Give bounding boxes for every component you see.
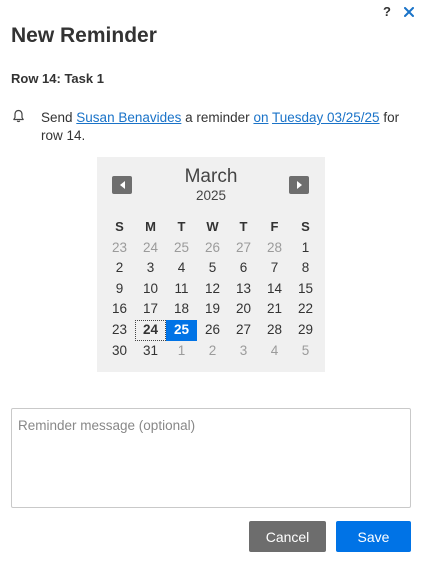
close-icon[interactable]	[402, 5, 416, 19]
calendar-day-other-month[interactable]: 2	[197, 341, 228, 362]
weekday-header: M	[145, 219, 156, 234]
calendar-day[interactable]: 12	[197, 279, 228, 300]
calendar-day[interactable]: 18	[166, 299, 197, 320]
sentence-middle: a reminder	[185, 110, 250, 125]
calendar-day[interactable]: 31	[135, 341, 166, 362]
calendar-day[interactable]: 27	[228, 320, 259, 341]
weekday-header: T	[239, 219, 248, 234]
calendar-day[interactable]: 5	[197, 258, 228, 279]
calendar-day[interactable]: 13	[228, 279, 259, 300]
calendar-day-other-month[interactable]: 5	[290, 341, 321, 362]
top-icons: ?	[380, 4, 416, 19]
calendar-day-other-month[interactable]: 24	[135, 238, 166, 259]
weekday-header: W	[206, 219, 219, 234]
calendar-day[interactable]: 2	[104, 258, 135, 279]
calendar-day[interactable]: 7	[259, 258, 290, 279]
calendar-day[interactable]: 17	[135, 299, 166, 320]
calendar-day[interactable]: 26	[197, 320, 228, 341]
date-picker: March 2025 S M T W T F S 23 24 25 26 27 28 1 2 3 4 5 6 7 8 9 1…	[97, 157, 325, 372]
calendar-day-today[interactable]: 24	[135, 319, 166, 341]
weekday-header: F	[270, 219, 279, 234]
calendar-day[interactable]: 15	[290, 279, 321, 300]
reminder-sentence: Send Susan Benavides a reminder on Tuesd…	[41, 109, 413, 145]
weekday-header: S	[115, 219, 124, 234]
calendar-day-other-month[interactable]: 25	[166, 238, 197, 259]
bell-icon	[13, 109, 24, 123]
calendar-day-selected[interactable]: 25	[166, 319, 197, 341]
reminder-message-input[interactable]	[11, 408, 411, 508]
cancel-button[interactable]: Cancel	[249, 521, 326, 552]
calendar-day[interactable]: 14	[259, 279, 290, 300]
calendar-day[interactable]: 11	[166, 279, 197, 300]
help-icon[interactable]: ?	[380, 4, 394, 19]
calendar-day[interactable]: 1	[290, 238, 321, 259]
calendar-day-other-month[interactable]: 3	[228, 341, 259, 362]
calendar-day[interactable]: 20	[228, 299, 259, 320]
calendar-day[interactable]: 29	[290, 320, 321, 341]
calendar-day[interactable]: 23	[104, 320, 135, 341]
calendar-day[interactable]: 10	[135, 279, 166, 300]
sentence-prefix: Send	[41, 110, 73, 125]
calendar-day[interactable]: 22	[290, 299, 321, 320]
calendar-day[interactable]: 6	[228, 258, 259, 279]
calendar-day[interactable]: 9	[104, 279, 135, 300]
dialog-title: New Reminder	[11, 24, 157, 47]
save-button[interactable]: Save	[336, 521, 411, 552]
chevron-right-icon	[296, 181, 302, 189]
recipient-link[interactable]: Susan Benavides	[76, 110, 181, 125]
calendar-day[interactable]: 21	[259, 299, 290, 320]
calendar-day[interactable]: 4	[166, 258, 197, 279]
next-month-button[interactable]	[289, 176, 309, 194]
calendar-day-other-month[interactable]: 4	[259, 341, 290, 362]
calendar-day-other-month[interactable]: 26	[197, 238, 228, 259]
weekday-header: S	[301, 219, 310, 234]
close-icon-glyph	[404, 6, 414, 17]
calendar-day[interactable]: 8	[290, 258, 321, 279]
date-link[interactable]: Tuesday 03/25/25	[272, 110, 380, 125]
calendar-day[interactable]: 3	[135, 258, 166, 279]
calendar-day-other-month[interactable]: 23	[104, 238, 135, 259]
weekday-header: T	[177, 219, 186, 234]
calendar-day-other-month[interactable]: 27	[228, 238, 259, 259]
calendar-grid: S M T W T F S 23 24 25 26 27 28 1 2 3 4 5 6 7 8 9 10 11 12 13 14 15…	[104, 217, 321, 361]
calendar-day-other-month[interactable]: 28	[259, 238, 290, 259]
calendar-day[interactable]: 16	[104, 299, 135, 320]
on-link[interactable]: on	[253, 110, 268, 125]
calendar-day[interactable]: 30	[104, 341, 135, 362]
calendar-day[interactable]: 28	[259, 320, 290, 341]
calendar-day-other-month[interactable]: 1	[166, 341, 197, 362]
row-label: Row 14: Task 1	[11, 71, 104, 86]
calendar-day[interactable]: 19	[197, 299, 228, 320]
